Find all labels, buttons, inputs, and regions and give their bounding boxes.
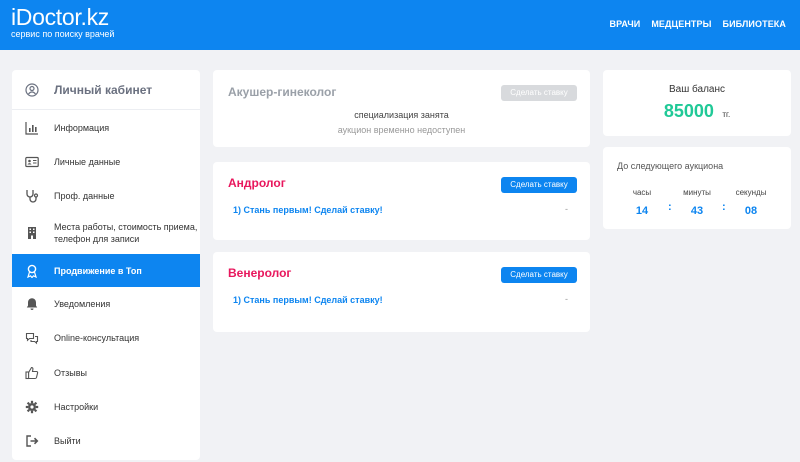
nav-library[interactable]: БИБЛИОТЕКА	[723, 19, 786, 29]
nav-doctors[interactable]: ВРАЧИ	[610, 19, 641, 29]
sidebar-item-reviews[interactable]: Отзывы	[12, 361, 200, 385]
auction-status-occupied: специализация занята	[354, 110, 449, 120]
place-bid-button[interactable]: Сделать ставку	[501, 267, 577, 283]
balance-label: Ваш баланс	[668, 84, 725, 95]
chart-icon	[25, 121, 39, 135]
sidebar-item-promotion[interactable]: Продвижение в Топ	[12, 254, 200, 287]
bell-icon	[25, 297, 39, 311]
logo-tagline: сервис по поиску врачей	[11, 29, 115, 39]
sidebar-item-label: Личные данные	[54, 157, 121, 167]
sidebar-title: Личный кабинет	[54, 82, 153, 97]
auction-card-obgyn: Акушер-гинеколог Сделать ставку специали…	[213, 70, 590, 147]
sidebar-item-personal-data[interactable]: Личные данные	[12, 150, 200, 174]
sidebar-header[interactable]: Личный кабинет	[12, 70, 200, 110]
bid-list-item: 1) Стань первым! Сделай ставку!	[233, 295, 383, 305]
chat-icon	[25, 331, 39, 345]
auction-card-venereology: Венеролог Сделать ставку 1) Стань первым…	[213, 252, 590, 332]
award-icon	[25, 264, 39, 278]
place-bid-button[interactable]: Сделать ставку	[501, 85, 577, 101]
auction-title: Акушер-гинеколог	[228, 85, 337, 99]
sidebar-item-logout[interactable]: Выйти	[12, 429, 200, 453]
sidebar-item-prof-data[interactable]: Проф. данные	[12, 184, 200, 208]
top-header: iDoctor.kz сервис по поиску врачей ВРАЧИ…	[0, 0, 800, 50]
minutes-label: минуты	[683, 188, 711, 197]
sidebar-item-label: Online-консультация	[54, 333, 140, 343]
logout-icon	[25, 434, 39, 448]
timer-minutes: минуты 43	[667, 188, 727, 217]
seconds-label: секунды	[735, 188, 767, 197]
balance-amount: 85000	[663, 101, 714, 121]
building-icon	[25, 226, 39, 240]
minutes-value: 43	[690, 205, 704, 217]
logo-title: iDoctor.kz	[11, 4, 109, 30]
balance-currency: тг.	[722, 110, 731, 119]
stethoscope-icon	[25, 189, 39, 203]
site-logo[interactable]: iDoctor.kz сервис по поиску врачей	[11, 5, 114, 40]
sidebar-item-label: Выйти	[54, 436, 81, 446]
next-auction-timer-card: До следующего аукциона часы 14 : минуты …	[603, 147, 791, 229]
bid-list-item: 1) Стань первым! Сделай ставку!	[233, 205, 383, 215]
sidebar-item-label: Продвижение в Топ	[54, 265, 142, 276]
sidebar-item-notifications[interactable]: Уведомления	[12, 292, 200, 316]
sidebar-item-info[interactable]: Информация	[12, 116, 200, 140]
sidebar-item-label: Места работы, стоимость приема, телефон …	[54, 222, 198, 244]
sidebar-item-label: Уведомления	[54, 299, 111, 309]
auction-card-andrology: Андролог Сделать ставку 1) Стань первым!…	[213, 162, 590, 240]
id-card-icon	[25, 155, 39, 169]
auction-title: Андролог	[228, 176, 286, 190]
sidebar-item-settings[interactable]: Настройки	[12, 395, 200, 419]
sidebar-item-workplaces[interactable]: Места работы, стоимость приема, телефон …	[12, 218, 200, 248]
auction-title: Венеролог	[228, 266, 292, 280]
thumbs-up-icon	[25, 366, 39, 380]
hours-value: 14	[635, 205, 649, 217]
balance-value: 85000 тг.	[603, 101, 791, 122]
nav-medcenters[interactable]: МЕДЦЕНТРЫ	[651, 19, 711, 29]
timer-seconds: секунды 08	[721, 188, 781, 217]
account-sidebar: Личный кабинет Информация Личные данные …	[12, 70, 200, 460]
bid-value: -	[565, 294, 568, 304]
timer-hours: часы 14	[612, 188, 672, 217]
sidebar-item-label: Отзывы	[54, 368, 87, 378]
auction-status-unavailable: аукцион временно недоступен	[337, 125, 466, 135]
sidebar-item-label: Настройки	[54, 402, 99, 412]
gear-icon	[25, 400, 39, 414]
balance-card: Ваш баланс 85000 тг.	[603, 70, 791, 136]
seconds-value: 08	[744, 205, 758, 217]
hours-label: часы	[632, 188, 652, 197]
main-nav: ВРАЧИ МЕДЦЕНТРЫ БИБЛИОТЕКА	[610, 19, 787, 29]
user-circle-icon	[25, 82, 39, 97]
sidebar-item-label: Информация	[54, 123, 110, 133]
bid-value: -	[565, 204, 568, 214]
place-bid-button[interactable]: Сделать ставку	[501, 177, 577, 193]
timer-title: До следующего аукциона	[617, 161, 724, 171]
sidebar-item-label: Проф. данные	[54, 191, 115, 201]
sidebar-item-online-consult[interactable]: Online-консультация	[12, 326, 200, 350]
